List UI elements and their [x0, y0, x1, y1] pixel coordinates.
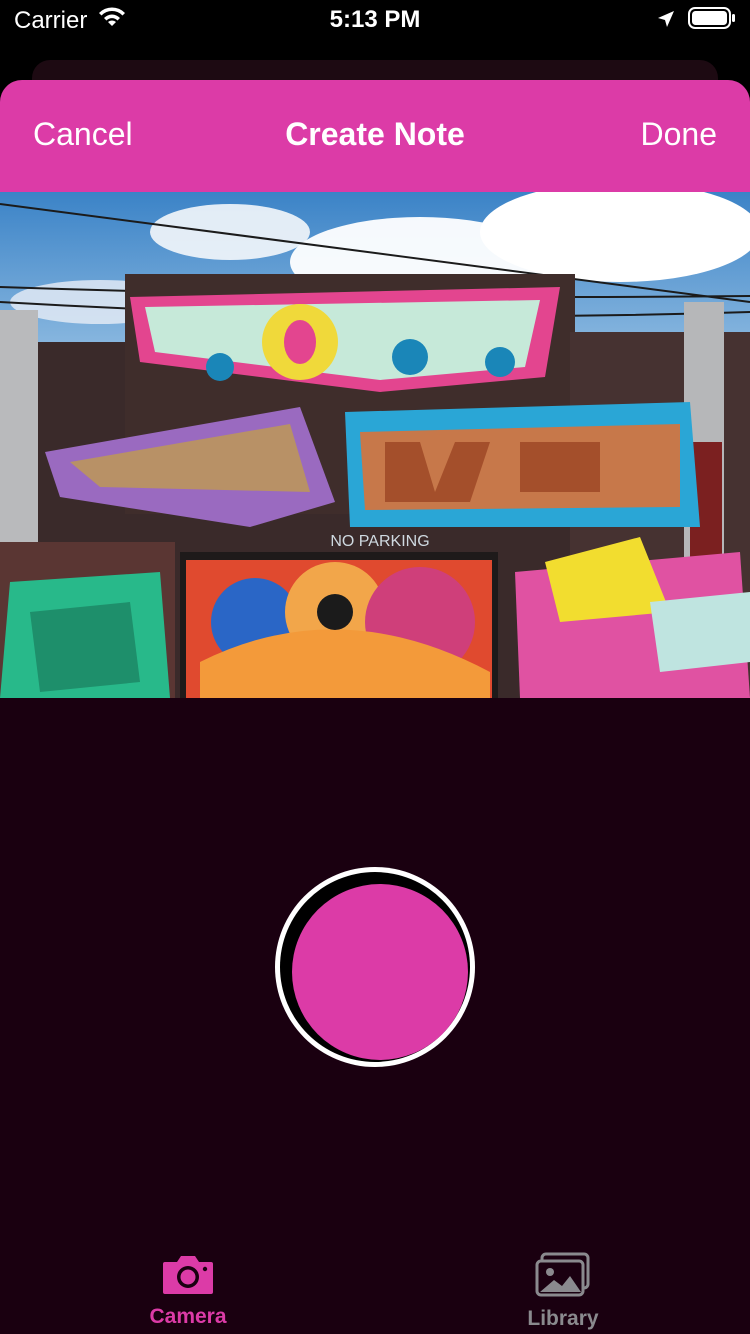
- screen: Carrier 5:13 PM Cancel Create Note Done …: [0, 0, 750, 1334]
- status-time: 5:13 PM: [329, 6, 421, 33]
- battery-icon: [688, 6, 736, 37]
- tab-library-label: Library: [527, 1307, 599, 1330]
- status-bar: Carrier 5:13 PM: [0, 0, 750, 40]
- no-parking-sign: NO PARKING: [330, 533, 429, 550]
- done-button[interactable]: Done: [641, 116, 718, 153]
- graffiti-wall-image: NO PARKING: [0, 192, 750, 698]
- status-right: [656, 6, 736, 37]
- shutter-ring: [280, 872, 470, 1062]
- photo-preview: NO PARKING: [0, 192, 750, 698]
- tab-bar: Camera Library: [0, 1240, 750, 1334]
- tab-camera[interactable]: Camera: [88, 1252, 288, 1334]
- create-note-sheet: Cancel Create Note Done NO PARKING Camer…: [0, 80, 750, 1334]
- tab-library[interactable]: Library: [463, 1252, 663, 1334]
- tab-camera-label: Camera: [149, 1305, 227, 1328]
- navigation-bar: Cancel Create Note Done: [0, 80, 750, 192]
- camera-icon: [88, 1252, 288, 1301]
- location-arrow-icon: [656, 8, 676, 36]
- photo-library-icon: [463, 1252, 663, 1303]
- cancel-button[interactable]: Cancel: [33, 116, 133, 153]
- shutter-button[interactable]: [275, 867, 475, 1067]
- shutter-core: [292, 884, 468, 1060]
